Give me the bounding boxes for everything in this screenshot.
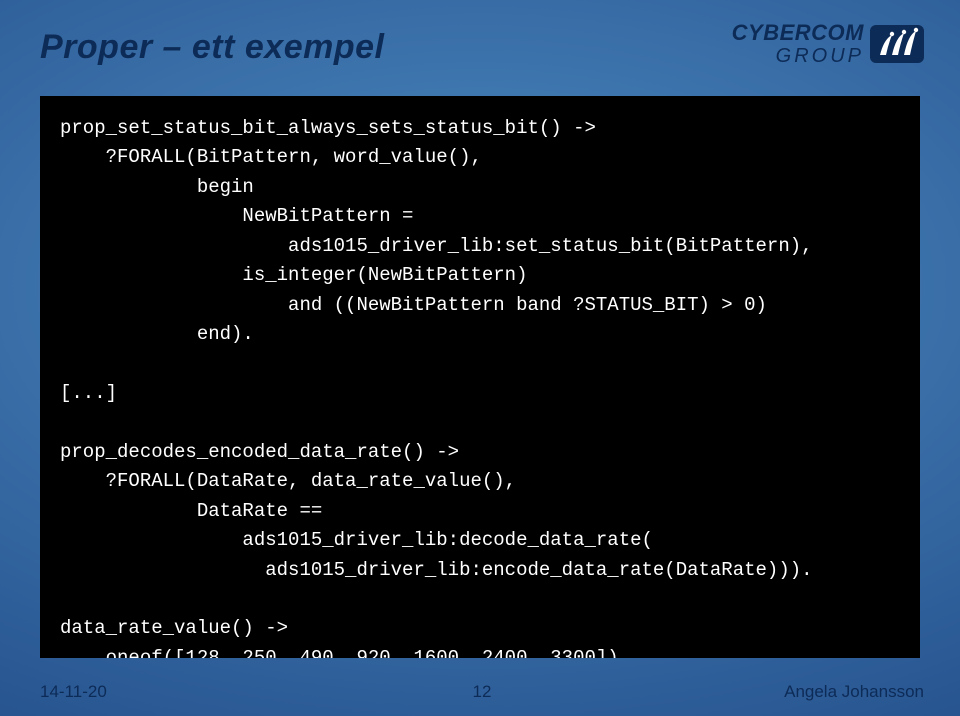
brand-logo: CYBERCOM GROUP <box>732 22 924 66</box>
footer-date: 14-11-20 <box>40 682 107 702</box>
footer-page: 12 <box>473 682 492 702</box>
slide-title: Proper – ett exempel <box>40 28 384 67</box>
logo-line1: CYBERCOM <box>732 22 864 44</box>
footer: 14-11-20 12 Angela Johansson <box>40 682 924 702</box>
logo-mark-icon <box>870 25 924 63</box>
slide: Proper – ett exempel CYBERCOM GROUP prop… <box>0 0 960 716</box>
code-block: prop_set_status_bit_always_sets_status_b… <box>40 96 920 658</box>
footer-author: Angela Johansson <box>784 682 924 702</box>
logo-line2: GROUP <box>732 46 864 66</box>
logo-text: CYBERCOM GROUP <box>732 22 864 66</box>
